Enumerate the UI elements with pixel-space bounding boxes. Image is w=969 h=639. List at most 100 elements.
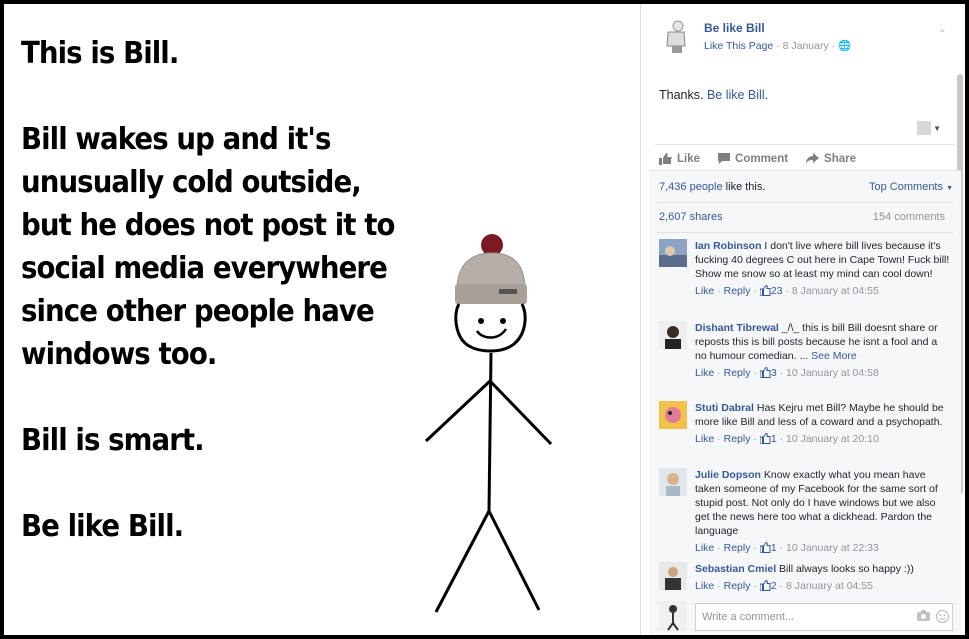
- avatar[interactable]: [659, 321, 687, 349]
- separator-dot: ·: [714, 433, 724, 445]
- comment-like-count[interactable]: 23: [771, 285, 783, 297]
- comment-timestamp[interactable]: 10 January at 04:58: [786, 367, 879, 379]
- likes-suffix: like this.: [722, 181, 766, 193]
- like-count-icon: [759, 433, 771, 444]
- comment-timestamp[interactable]: 8 January at 04:55: [792, 285, 879, 297]
- stick-figure-illustration: [424, 234, 553, 613]
- separator-dot: ·: [776, 433, 786, 445]
- comment-reply-link[interactable]: Reply: [724, 433, 751, 445]
- separator-dot: ·: [714, 580, 724, 592]
- comment-body: Sebastian Cmiel Bill always looks so hap…: [695, 562, 951, 593]
- see-more-link[interactable]: See More: [808, 350, 857, 362]
- comment-body: Ian Robinson I don't live where bill liv…: [695, 239, 951, 298]
- actor-avatar: [917, 121, 932, 135]
- meme-caption: This is Bill. Bill wakes up and it's unu…: [21, 32, 407, 548]
- meme-line: This is Bill.: [21, 36, 179, 71]
- comment-reply-link[interactable]: Reply: [724, 285, 751, 297]
- composer-tools: [917, 610, 949, 623]
- separator-dot: ·: [750, 285, 760, 297]
- avatar[interactable]: [659, 239, 687, 267]
- comment-like-link[interactable]: Like: [695, 542, 714, 554]
- divider: [657, 202, 953, 203]
- separator-dot: ·: [776, 542, 786, 554]
- chevron-down-icon[interactable]: ⌄: [938, 22, 947, 35]
- comments-count: 154 comments: [872, 211, 945, 223]
- top-comments-dropdown[interactable]: Top Comments ▼: [869, 181, 953, 193]
- comment-author[interactable]: Ian Robinson: [695, 240, 762, 252]
- comment-body: Dishant Tibrewal _/\_ this is bill Bill …: [695, 321, 951, 380]
- meme-line: since other people have: [21, 294, 375, 329]
- like-count-icon: [759, 367, 771, 378]
- comment-author[interactable]: Dishant Tibrewal: [695, 322, 779, 334]
- emoji-icon[interactable]: [936, 610, 949, 623]
- comment-like-link[interactable]: Like: [695, 433, 714, 445]
- thumbs-up-icon: [659, 152, 672, 165]
- separator-dot: ·: [750, 580, 760, 592]
- comment-like-link[interactable]: Like: [695, 580, 714, 592]
- avatar[interactable]: [659, 562, 687, 590]
- comment-timestamp[interactable]: 10 January at 20:10: [786, 433, 879, 445]
- comment-like-link[interactable]: Like: [695, 285, 714, 297]
- comment-timestamp[interactable]: 10 January at 22:33: [786, 542, 879, 554]
- comment-body: Julie Dopson Know exactly what you mean …: [695, 468, 951, 555]
- separator-dot: ·: [750, 433, 760, 445]
- comment-icon: [718, 153, 731, 164]
- comment-meta: Like · Reply · 2 · 8 January at 04:55: [695, 579, 951, 593]
- caret-down-icon: ▼: [933, 123, 941, 133]
- comment-reply-link[interactable]: Reply: [724, 580, 751, 592]
- share-button[interactable]: Share: [806, 153, 856, 165]
- camera-icon[interactable]: [917, 610, 930, 621]
- comment-composer: Write a comment...: [659, 601, 955, 631]
- page-avatar[interactable]: [659, 18, 691, 54]
- comment-reply-link[interactable]: Reply: [724, 542, 751, 554]
- comment-meta: Like · Reply · 3 · 10 January at 04:58: [695, 366, 951, 380]
- comment-like-link[interactable]: Like: [695, 367, 714, 379]
- comment-author[interactable]: Julie Dopson: [695, 469, 761, 481]
- separator-dot: ·: [714, 285, 724, 297]
- meme-line: unusually cold outside,: [21, 165, 362, 200]
- avatar[interactable]: [659, 401, 687, 429]
- meme-photo[interactable]: This is Bill. Bill wakes up and it's unu…: [4, 4, 640, 635]
- comment-author[interactable]: Sebastian Cmiel: [695, 563, 776, 575]
- page-name-link[interactable]: Be like Bill: [704, 21, 765, 35]
- comments-section: 7,436 people like this. Top Comments ▼ 2…: [649, 170, 961, 635]
- comment-timestamp[interactable]: 8 January at 04:55: [786, 580, 873, 592]
- post-text: Thanks. Be like Bill.: [659, 88, 768, 102]
- avatar: [659, 601, 687, 631]
- like-page-link[interactable]: Like This Page: [704, 40, 773, 52]
- separator-dot: ·: [750, 542, 760, 554]
- avatar[interactable]: [659, 468, 687, 496]
- comment-body: Stuti Dabral Has Kejru met Bill? Maybe h…: [695, 401, 951, 446]
- post-text-prefix: Thanks.: [659, 88, 707, 102]
- top-comments-label: Top Comments: [869, 181, 943, 193]
- comment-author[interactable]: Stuti Dabral: [695, 402, 754, 414]
- separator-dot: ·: [776, 580, 786, 592]
- post-sidebar: Be like Bill Like This Page · 8 January …: [640, 4, 965, 635]
- comment-button[interactable]: Comment: [718, 153, 788, 165]
- comment-reply-link[interactable]: Reply: [724, 367, 751, 379]
- meme-line: Be like Bill.: [21, 509, 184, 544]
- likers-link[interactable]: 7,436 people: [659, 181, 723, 193]
- caret-down-icon: ▼: [946, 185, 953, 192]
- like-count-icon: [759, 542, 771, 553]
- actor-selector[interactable]: ▼: [917, 121, 941, 135]
- meme-line: social media everywhere: [21, 251, 388, 286]
- comment-meta: Like · Reply · 23 · 8 January at 04:55: [695, 284, 951, 298]
- share-label: Share: [824, 152, 857, 165]
- like-label: Like: [677, 152, 701, 165]
- separator-dot: ·: [782, 285, 792, 297]
- post-date[interactable]: · 8 January ·: [773, 40, 838, 52]
- meme-line: windows too.: [21, 337, 217, 372]
- meme-line: Bill is smart.: [21, 423, 205, 458]
- globe-icon: 🌐: [838, 40, 852, 52]
- shares-link[interactable]: 2,607 shares: [659, 211, 723, 223]
- comment-text: Bill always looks so happy :)): [776, 563, 914, 575]
- comment-input[interactable]: Write a comment...: [695, 603, 953, 631]
- shares-row: 2,607 shares 154 comments: [659, 211, 959, 223]
- comment-label: Comment: [735, 152, 789, 165]
- like-button[interactable]: Like: [659, 152, 701, 165]
- like-count-icon: [759, 580, 771, 591]
- meme-line: Bill wakes up and it's: [21, 122, 331, 157]
- separator-dot: ·: [714, 542, 724, 554]
- post-page-link[interactable]: Be like Bill: [707, 88, 765, 102]
